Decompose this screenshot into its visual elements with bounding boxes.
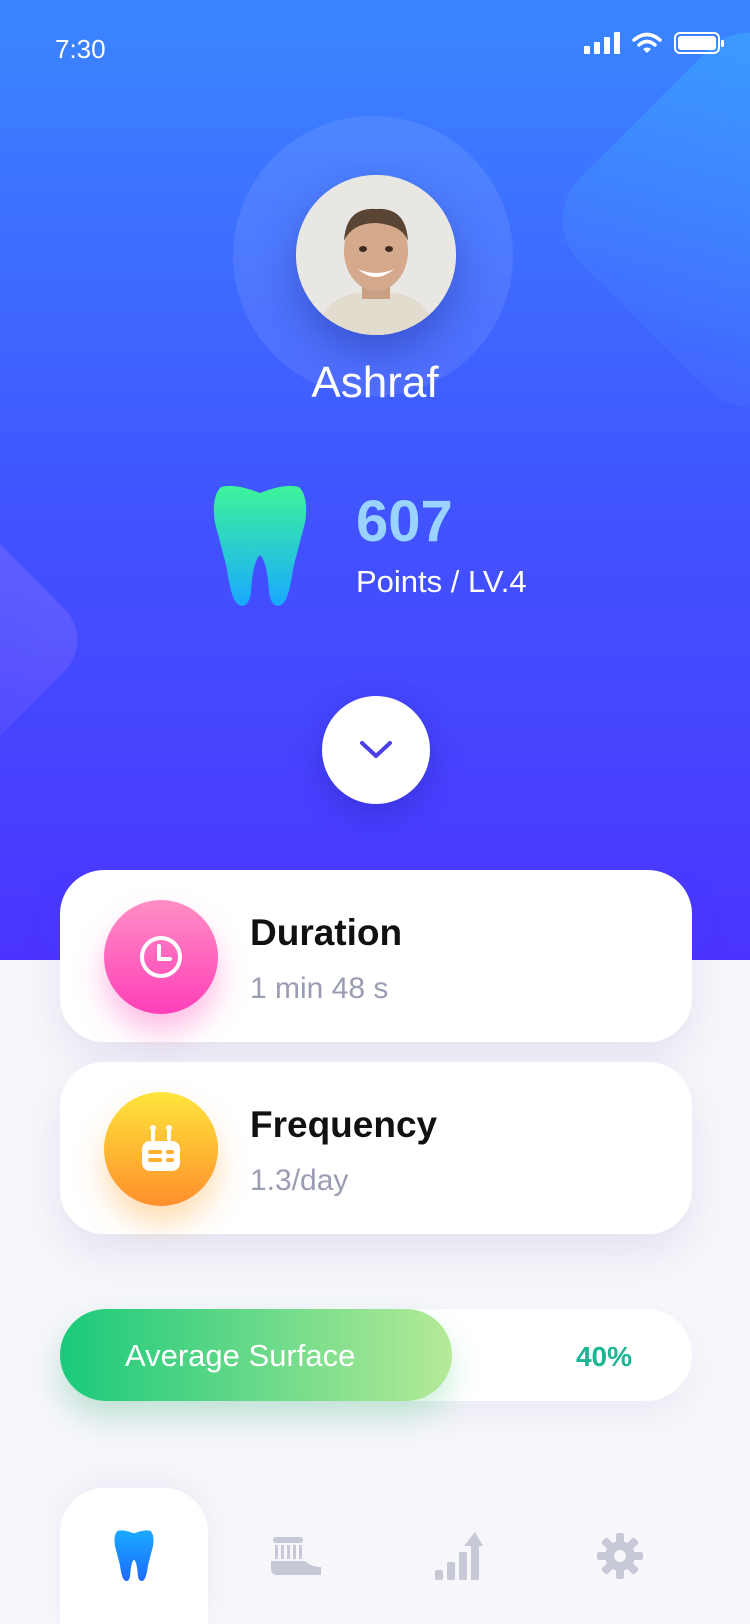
- frequency-icon-badge: [104, 1092, 218, 1206]
- expand-button[interactable]: [322, 696, 430, 804]
- average-surface-bar[interactable]: Average Surface 40%: [60, 1309, 692, 1401]
- duration-title: Duration: [250, 912, 403, 953]
- status-icons: [584, 32, 724, 54]
- tab-statistics[interactable]: [384, 1488, 532, 1624]
- toothbrush-head-icon: [142, 1125, 180, 1171]
- average-surface-label: Average Surface: [125, 1338, 356, 1373]
- average-surface-progress: Average Surface: [60, 1309, 452, 1401]
- avatar-photo: [296, 175, 456, 335]
- average-surface-value: 40%: [575, 1341, 632, 1372]
- tab-home[interactable]: [60, 1488, 208, 1624]
- battery-icon: [674, 32, 724, 54]
- wifi-icon: [632, 32, 662, 53]
- status-bar: 7:30: [0, 0, 750, 100]
- duration-value: 1 min 48 s: [250, 972, 389, 1005]
- tab-settings[interactable]: [546, 1488, 694, 1624]
- profile-header: 7:30 Ashraf 607 Points / LV.4: [0, 0, 750, 960]
- user-name: Ashraf: [311, 358, 439, 407]
- avatar[interactable]: [296, 175, 456, 335]
- bottom-tab-bar: [0, 1488, 750, 1624]
- tooth-icon: [114, 1530, 154, 1582]
- tooth-icon: [213, 485, 307, 606]
- tab-brushing[interactable]: [222, 1488, 370, 1624]
- frequency-title: Frequency: [250, 1104, 438, 1145]
- clock-icon: [140, 936, 182, 978]
- duration-card[interactable]: Duration 1 min 48 s: [60, 870, 692, 1042]
- frequency-card[interactable]: Frequency 1.3/day: [60, 1062, 692, 1234]
- gear-icon: [597, 1533, 643, 1579]
- signal-icon: [584, 32, 620, 54]
- points-value: 607: [356, 489, 453, 554]
- decorative-shape-left: [0, 484, 96, 796]
- frequency-value: 1.3/day: [250, 1164, 349, 1197]
- status-time: 7:30: [55, 34, 106, 64]
- duration-icon-badge: [104, 900, 218, 1014]
- toothbrush-icon: [271, 1537, 321, 1575]
- chevron-down-icon: [360, 741, 392, 758]
- chart-up-icon: [435, 1532, 483, 1580]
- points-level-label: Points / LV.4: [356, 564, 527, 599]
